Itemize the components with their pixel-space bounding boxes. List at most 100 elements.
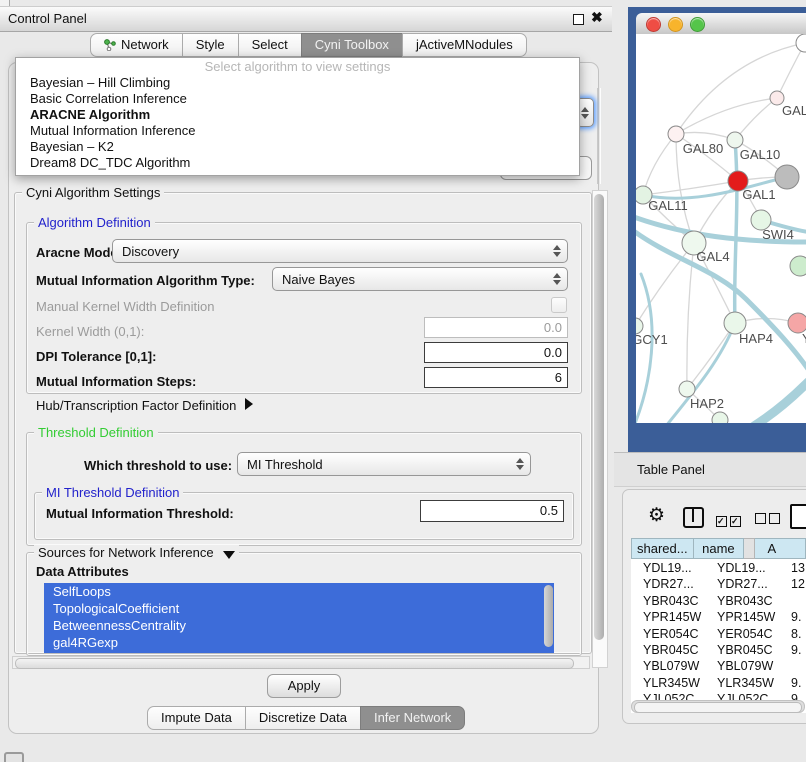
tab-select[interactable]: Select <box>238 33 302 57</box>
attribute-list-item[interactable]: BetweennessCentrality <box>44 617 554 634</box>
gray-hub-node[interactable] <box>775 165 799 189</box>
dropdown-item[interactable]: ARACNE Algorithm <box>16 107 579 123</box>
network-edge[interactable] <box>735 98 777 140</box>
vertical-scrollbar-thumb[interactable] <box>594 194 604 640</box>
network-node-label: HAP2 <box>690 396 724 411</box>
tab-label: Discretize Data <box>259 707 347 729</box>
table-cell: YPR145W <box>643 610 701 624</box>
table-column-header[interactable]: shared... <box>631 538 694 559</box>
expanded-arrow-icon <box>223 551 235 559</box>
threshold-definition-title: Threshold Definition <box>34 425 158 440</box>
unchecked-pair-icon[interactable] <box>755 512 783 527</box>
kernel-width-field[interactable]: 0.0 <box>424 317 568 338</box>
manual-kernel-label: Manual Kernel Width Definition <box>36 299 214 314</box>
tab-cyni-toolbox[interactable]: Cyni Toolbox <box>301 33 403 57</box>
table-cell: 9. <box>791 643 801 657</box>
zoom-traffic-light[interactable] <box>690 17 705 32</box>
mi-steps-field[interactable]: 6 <box>424 367 568 388</box>
HAP2-node[interactable] <box>679 381 695 397</box>
document-icon[interactable] <box>790 504 806 529</box>
table-column-header[interactable] <box>744 538 755 559</box>
table-column-header[interactable]: name <box>694 538 744 559</box>
network-canvas[interactable]: GAL80GAL10GAL1GAL11SWI4GAL4GCY1HAP4YHAP2… <box>636 34 806 423</box>
table-row[interactable]: YBR045CYBR045C9. <box>631 642 806 659</box>
tab-label: Infer Network <box>374 707 451 729</box>
dpi-tolerance-field[interactable]: 0.0 <box>424 342 568 363</box>
network-edge[interactable] <box>643 134 676 195</box>
table-row[interactable]: YBR043CYBR043C <box>631 593 806 610</box>
list-scrollbar-thumb[interactable] <box>544 585 553 647</box>
threshold-select[interactable]: MI Threshold <box>237 452 531 476</box>
table-horizontal-scrollbar[interactable] <box>631 700 805 713</box>
tab-impute-data[interactable]: Impute Data <box>147 706 246 730</box>
top-edge-node[interactable] <box>796 34 806 52</box>
settings-horizontal-scrollbar[interactable] <box>12 656 590 669</box>
minimize-traffic-light[interactable] <box>668 17 683 32</box>
GAL10-node[interactable] <box>727 132 743 148</box>
tab-style[interactable]: Style <box>182 33 239 57</box>
split-columns-icon[interactable] <box>683 507 704 528</box>
combo-arrows-icon <box>549 245 565 257</box>
tab-discretize-data[interactable]: Discretize Data <box>245 706 361 730</box>
table-row[interactable]: YPR145WYPR145W9. <box>631 609 806 626</box>
close-icon[interactable]: ✖ <box>591 9 603 26</box>
app-root: Control Panel ✖ NetworkStyle Select Cyni T… <box>0 0 806 762</box>
sources-group-toggle[interactable]: Sources for Network Inference <box>34 545 239 560</box>
aracne-mode-select[interactable]: Discovery <box>112 239 568 263</box>
network-edge-thick[interactable] <box>754 382 806 423</box>
tab-label: Select <box>252 34 288 56</box>
gear-icon[interactable]: ⚙ <box>648 504 665 527</box>
table-row[interactable]: YDR27...YDR27...12 <box>631 576 806 593</box>
GAL80-node[interactable] <box>668 126 684 142</box>
tab-jactivemnodules[interactable]: jActiveMNodules <box>402 33 527 57</box>
float-icon[interactable] <box>573 14 584 25</box>
attribute-list-item[interactable]: TopologicalCoefficient <box>44 600 554 617</box>
mi-type-select[interactable]: Naive Bayes <box>272 267 568 291</box>
network-edge-thick[interactable] <box>735 140 737 323</box>
network-edge[interactable] <box>676 98 777 134</box>
table-row[interactable]: YBL079WYBL079W <box>631 658 806 675</box>
table-column-header[interactable]: A <box>755 538 806 559</box>
control-panel-tabbar: NetworkStyle Select Cyni ToolboxjActiveMNo… <box>90 33 527 57</box>
tab-network[interactable]: Network <box>90 33 183 57</box>
table-row[interactable]: YER054CYER054C8. <box>631 626 806 643</box>
settings-vertical-scrollbar[interactable] <box>592 190 608 668</box>
manual-kernel-checkbox[interactable] <box>551 297 567 313</box>
dropdown-item[interactable]: Basic Correlation Inference <box>16 91 579 107</box>
network-edge[interactable] <box>676 43 805 134</box>
table-row[interactable]: YLR345WYLR345W9. <box>631 675 806 692</box>
network-edge-thick[interactable] <box>636 274 652 423</box>
tab-infer-network[interactable]: Infer Network <box>360 706 465 730</box>
right-green-node[interactable] <box>790 256 806 276</box>
partial-panel-icon[interactable] <box>4 752 24 762</box>
algorithm-definition-title: Algorithm Definition <box>34 215 155 230</box>
table-row[interactable]: YDL19...YDL19...13 <box>631 560 806 577</box>
dpi-tolerance-label: DPI Tolerance [0,1]: <box>36 349 156 364</box>
aracne-mode-label: Aracne Mode: <box>36 245 122 260</box>
dropdown-prompt: Select algorithm to view settings <box>16 58 579 75</box>
control-panel-title: Control Panel <box>8 11 87 26</box>
horizontal-scrollbar-thumb[interactable] <box>15 658 574 669</box>
data-attributes-list: SelfLoopsTopologicalCoefficientBetweenne… <box>44 583 554 653</box>
dropdown-item[interactable]: Bayesian – Hill Climbing <box>16 75 579 91</box>
table-scrollbar-thumb[interactable] <box>634 702 802 713</box>
network-edge[interactable] <box>676 132 735 140</box>
dropdown-item[interactable]: Bayesian – K2 <box>16 139 579 155</box>
network-edge[interactable] <box>687 323 735 389</box>
apply-button[interactable]: Apply <box>267 674 341 698</box>
close-traffic-light[interactable] <box>646 17 661 32</box>
right-pink-node[interactable] <box>788 313 806 333</box>
combo-arrows-icon <box>549 273 565 285</box>
attribute-list-item[interactable]: gal4RGexp <box>44 634 554 651</box>
mi-threshold-field[interactable]: 0.5 <box>420 500 564 522</box>
checked-pair-icon[interactable]: ✓✓ <box>716 512 744 527</box>
table-cell: 9. <box>791 676 801 690</box>
mi-steps-label: Mutual Information Steps: <box>36 374 196 389</box>
dropdown-item[interactable]: Dream8 DC_TDC Algorithm <box>16 155 579 171</box>
network-window-titlebar[interactable] <box>636 13 806 35</box>
attribute-list-item[interactable]: SelfLoops <box>44 583 554 600</box>
bottom-green-node[interactable] <box>712 412 728 423</box>
dropdown-item[interactable]: Mutual Information Inference <box>16 123 579 139</box>
hub-definition-toggle[interactable]: Hub/Transcription Factor Definition <box>36 398 253 413</box>
table-cell: YDR27... <box>643 577 694 591</box>
